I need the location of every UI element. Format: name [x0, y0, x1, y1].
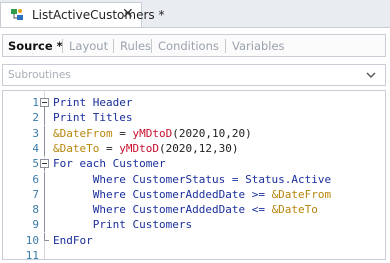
fold-guide-line — [44, 110, 45, 126]
code-token: &DateFrom — [53, 126, 113, 140]
code-line[interactable]: EndFor — [53, 233, 93, 248]
tab-conditions[interactable]: Conditions — [158, 39, 219, 53]
line-number: 8 — [32, 203, 39, 217]
fold-collapse-icon[interactable] — [40, 95, 49, 110]
code-token: Where CustomerAddedDate <= — [92, 203, 272, 217]
code-token: &DateTo — [271, 203, 318, 217]
code-token: = — [112, 126, 133, 140]
tab-source[interactable]: Source * — [8, 39, 63, 53]
fold-guide-line — [44, 171, 45, 187]
code-token: (2020,12,30) — [158, 141, 239, 155]
code-token: &DateTo — [53, 141, 100, 155]
tab-separator — [151, 39, 152, 53]
code-token: = — [99, 141, 120, 155]
object-editor-pane: Source * Layout Rules Conditions Variabl… — [0, 27, 390, 263]
fold-guide-line — [44, 140, 45, 156]
tab-separator — [62, 39, 63, 53]
code-token: &DateFrom — [271, 187, 332, 201]
fold-guide-line — [44, 186, 45, 202]
fold-guide-line — [44, 125, 45, 141]
code-token: Where CustomerStatus = Status.Active — [92, 172, 332, 186]
code-token: For each Customer — [53, 157, 166, 171]
line-number: 3 — [32, 126, 39, 140]
code-line[interactable]: Where CustomerStatus = Status.Active — [53, 172, 331, 187]
document-tab-title: ListActiveCustomers * — [32, 8, 165, 22]
tab-separator — [225, 39, 226, 53]
code-line[interactable]: &DateTo = yMDtoD(2020,12,30) — [53, 141, 238, 156]
tab-variables[interactable]: Variables — [232, 39, 285, 53]
fold-collapse-icon[interactable] — [40, 156, 49, 172]
document-tab[interactable]: ListActiveCustomers * ✕ — [0, 2, 164, 27]
tab-separator — [113, 39, 114, 53]
line-number: 11 — [25, 249, 39, 262]
document-tab-bar: ListActiveCustomers * ✕ — [0, 0, 390, 27]
fold-guide-line — [44, 202, 45, 218]
code-line[interactable]: For each Customer — [53, 156, 166, 171]
code-token: Where CustomerAddedDate >= — [92, 187, 272, 201]
code-line[interactable]: Where CustomerAddedDate <= &DateTo — [53, 202, 318, 217]
code-token: (2020,10,20) — [172, 126, 252, 140]
subroutines-dropdown-value: Subroutines — [8, 69, 71, 81]
code-line[interactable]: Where CustomerAddedDate >= &DateFrom — [53, 187, 331, 202]
code-line[interactable]: &DateFrom = yMDtoD(2020,10,20) — [53, 126, 252, 141]
code-token: EndFor — [53, 233, 93, 247]
chevron-down-icon[interactable] — [366, 70, 376, 80]
line-number: 5 — [32, 157, 39, 171]
close-tab-icon[interactable]: ✕ — [122, 6, 134, 22]
line-number: 4 — [32, 141, 39, 155]
line-number: 9 — [32, 218, 39, 232]
code-line[interactable]: Print Header — [53, 95, 132, 110]
line-number: 6 — [32, 172, 39, 186]
line-number: 1 — [32, 96, 39, 109]
line-number: 7 — [32, 187, 39, 201]
line-number: 10 — [25, 233, 39, 247]
code-token: Print Header — [53, 96, 133, 109]
fold-end-icon — [44, 232, 49, 241]
code-editor[interactable]: 1 Print Header 2 Print Titles 3 &DateFrom = y… — [2, 90, 386, 262]
subroutines-dropdown[interactable]: Subroutines — [2, 64, 386, 86]
code-line[interactable]: Print Customers — [53, 217, 192, 232]
tab-rules[interactable]: Rules — [120, 39, 151, 53]
line-number: 2 — [32, 111, 39, 125]
code-token: yMDtoD — [119, 141, 159, 155]
procedure-object-icon — [11, 9, 23, 20]
fold-guide-line — [44, 217, 45, 233]
code-token: Print Customers — [92, 218, 193, 232]
part-tabs: Source * Layout Rules Conditions Variabl… — [2, 34, 386, 57]
code-line[interactable]: Print Titles — [53, 110, 132, 125]
code-token: Print Titles — [53, 111, 133, 125]
tab-layout[interactable]: Layout — [69, 39, 108, 53]
code-token: yMDtoD — [132, 126, 173, 140]
